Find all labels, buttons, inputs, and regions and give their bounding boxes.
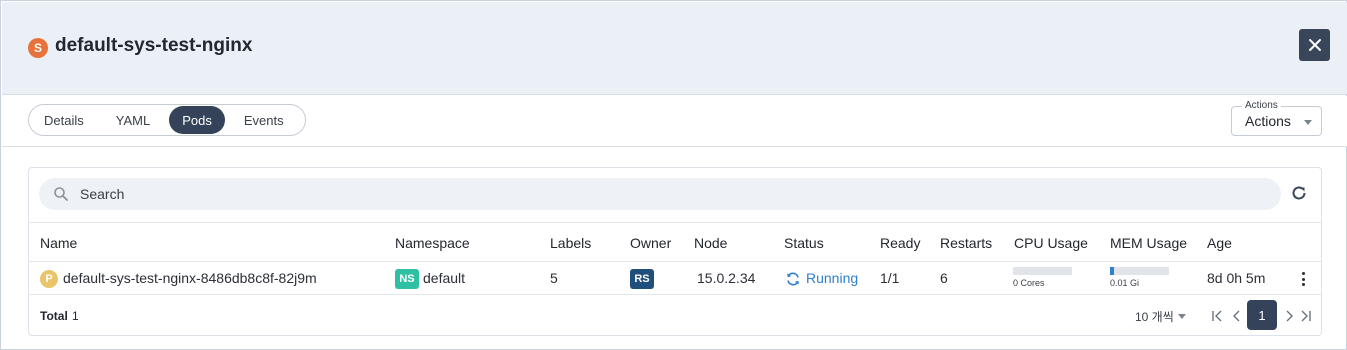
- last-page-icon[interactable]: [1298, 306, 1314, 326]
- actions-select-value: Actions: [1245, 113, 1291, 129]
- running-sync-icon: [787, 272, 799, 286]
- column-namespace[interactable]: Namespace: [395, 235, 470, 251]
- age-value: 8d 0h 5m: [1207, 270, 1266, 286]
- tab-pods[interactable]: Pods: [169, 106, 225, 134]
- search-icon: [54, 187, 68, 201]
- caret-down-icon: [1304, 120, 1312, 125]
- namespace-link[interactable]: default: [423, 270, 465, 286]
- column-status[interactable]: Status: [784, 235, 824, 251]
- prev-page-icon[interactable]: [1229, 306, 1245, 326]
- pod-badge: P: [40, 270, 58, 288]
- column-owner[interactable]: Owner: [630, 235, 671, 251]
- column-labels[interactable]: Labels: [550, 235, 591, 251]
- service-badge: S: [28, 38, 48, 58]
- mem-usage-bar: [1110, 267, 1169, 275]
- cpu-usage-meter: 0 Cores: [1013, 267, 1072, 288]
- ready-value: 1/1: [880, 270, 900, 286]
- search-placeholder: Search: [80, 186, 125, 202]
- tab-bar: Details YAML Pods Events Actions Actions: [2, 96, 1347, 147]
- tab-events[interactable]: Events: [231, 106, 297, 134]
- search-input[interactable]: Search: [39, 178, 1281, 210]
- total-count: 1: [72, 309, 79, 323]
- close-icon: [1308, 39, 1321, 51]
- dialog-header: S default-sys-test-nginx: [2, 2, 1347, 95]
- labels-count[interactable]: 5: [550, 270, 558, 286]
- more-options-icon[interactable]: [1298, 271, 1308, 287]
- namespace-badge: NS: [395, 269, 419, 289]
- refresh-icon[interactable]: [1290, 184, 1308, 202]
- cpu-usage-bar: [1013, 267, 1072, 275]
- column-name[interactable]: Name: [40, 235, 77, 251]
- table-row[interactable]: P default-sys-test-nginx-8486db8c8f-82j9…: [29, 263, 1321, 295]
- table-footer: Total 1 10 개씩 1: [29, 296, 1321, 336]
- page-title: default-sys-test-nginx: [55, 35, 253, 56]
- tab-yaml[interactable]: YAML: [103, 106, 163, 134]
- node-value: 15.0.2.34: [697, 270, 756, 286]
- dialog-frame: S default-sys-test-nginx Details YAML Po…: [0, 0, 1347, 350]
- first-page-icon[interactable]: [1209, 306, 1225, 326]
- page-button-current[interactable]: 1: [1247, 300, 1277, 330]
- mem-usage-label: 0.01 Gi: [1110, 278, 1140, 288]
- caret-down-icon[interactable]: [1178, 314, 1186, 319]
- owner-badge[interactable]: RS: [630, 269, 654, 289]
- tab-details[interactable]: Details: [31, 106, 97, 134]
- status-value: Running: [806, 270, 859, 286]
- close-button[interactable]: [1299, 29, 1330, 61]
- column-age[interactable]: Age: [1207, 235, 1232, 251]
- column-ready[interactable]: Ready: [880, 235, 920, 251]
- actions-select-label: Actions: [1242, 100, 1281, 111]
- column-node[interactable]: Node: [694, 235, 727, 251]
- mem-usage-fill: [1110, 267, 1114, 275]
- actions-select[interactable]: Actions Actions: [1231, 100, 1322, 136]
- column-restarts[interactable]: Restarts: [940, 235, 992, 251]
- pod-name-link[interactable]: default-sys-test-nginx-8486db8c8f-82j9m: [63, 270, 317, 286]
- mem-usage-meter: 0.01 Gi: [1110, 267, 1169, 288]
- table-header: Name Namespace Labels Owner Node Status …: [29, 222, 1321, 262]
- restarts-value: 6: [940, 270, 948, 286]
- tab-group: Details YAML Pods Events: [28, 104, 306, 136]
- column-cpu-usage[interactable]: CPU Usage: [1014, 235, 1088, 251]
- total-label: Total: [40, 309, 68, 323]
- cpu-usage-label: 0 Cores: [1013, 278, 1045, 288]
- rows-per-page-select[interactable]: 10 개씩: [1135, 308, 1174, 325]
- column-mem-usage[interactable]: MEM Usage: [1110, 235, 1187, 251]
- next-page-icon[interactable]: [1281, 306, 1297, 326]
- pods-card: Search Name Namespace Labels Owner Node …: [28, 167, 1322, 336]
